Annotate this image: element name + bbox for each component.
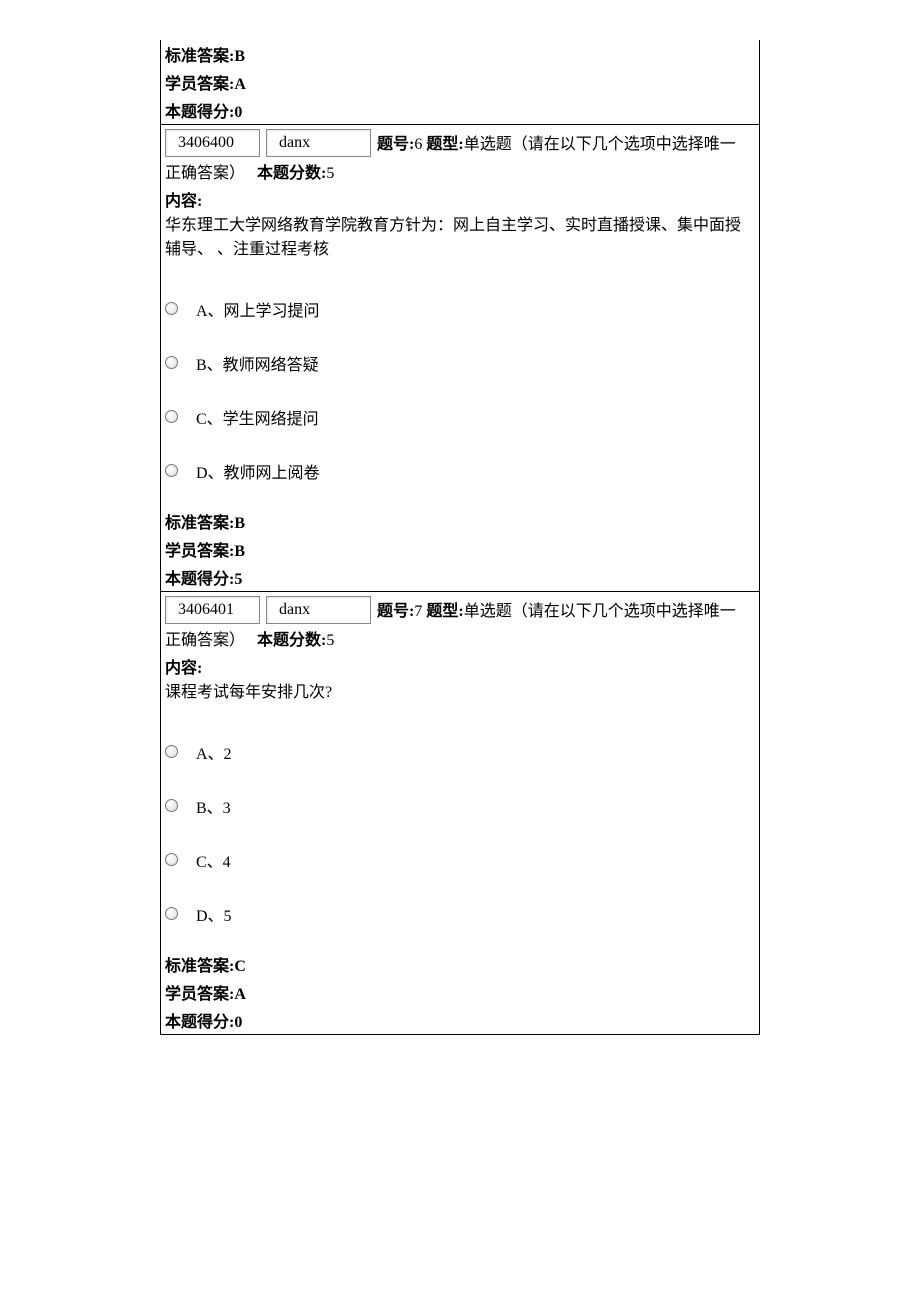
question-header: 3406400 danx 题号:6 题型:单选题（请在以下几个选项中选择唯一 [161, 125, 759, 157]
qnum-label: 题号: [377, 603, 414, 620]
content-row: 内容: 华东理工大学网络教育学院教育方针为：网上自主学习、实时直播授课、集中面授… [161, 185, 759, 261]
content-row: 内容: 课程考试每年安排几次? [161, 652, 759, 704]
student-answer-row: 学员答案:B [161, 535, 759, 563]
qtype-label: 题型: [426, 603, 463, 620]
question-type-code-field: danx [266, 129, 371, 157]
content-text: 华东理工大学网络教育学院教育方针为：网上自主学习、实时直播授课、集中面授辅导、 … [165, 211, 755, 259]
standard-answer-row: 标准答案:B [161, 507, 759, 535]
standard-answer-row: 标准答案:B [161, 40, 759, 68]
radio-icon[interactable] [165, 410, 178, 423]
radio-icon[interactable] [165, 907, 178, 920]
question-meta: 题号:6 题型:单选题（请在以下几个选项中选择唯一 [377, 130, 736, 157]
student-answer-value: A [234, 986, 246, 1003]
question-header: 3406401 danx 题号:7 题型:单选题（请在以下几个选项中选择唯一 [161, 592, 759, 624]
qnum-label: 题号: [377, 136, 414, 153]
option-c[interactable]: C、学生网络提问 [165, 389, 755, 443]
option-c[interactable]: C、4 [165, 832, 755, 886]
option-text: A、2 [196, 738, 232, 764]
student-answer-value: B [234, 543, 245, 560]
radio-icon[interactable] [165, 853, 178, 866]
standard-answer-value: B [234, 48, 245, 65]
question-meta-cont: 正确答案） 本题分数:5 [161, 624, 759, 652]
option-d[interactable]: D、5 [165, 886, 755, 940]
qtype-text: 单选题（请在以下几个选项中选择唯一 [464, 136, 736, 153]
radio-icon[interactable] [165, 464, 178, 477]
score-label: 本题得分: [165, 1014, 234, 1031]
option-text: C、学生网络提问 [196, 403, 319, 429]
radio-icon[interactable] [165, 799, 178, 812]
student-answer-row: 学员答案:A [161, 68, 759, 96]
option-text: B、3 [196, 792, 231, 818]
question-type-code-field: danx [266, 596, 371, 624]
question-block-6: 3406400 danx 题号:6 题型:单选题（请在以下几个选项中选择唯一 正… [160, 125, 760, 592]
score-row: 本题得分:5 [161, 563, 759, 591]
option-a[interactable]: A、2 [165, 724, 755, 778]
question-id-field: 3406400 [165, 129, 260, 157]
student-answer-row: 学员答案:A [161, 978, 759, 1006]
score-row: 本题得分:0 [161, 1006, 759, 1034]
radio-icon[interactable] [165, 745, 178, 758]
standard-answer-label: 标准答案: [165, 515, 234, 532]
content-label: 内容: [165, 187, 755, 211]
question-block-prev-tail: 标准答案:B 学员答案:A 本题得分:0 [160, 40, 760, 125]
points-label: 本题分数: [257, 632, 326, 649]
option-text: A、网上学习提问 [196, 295, 320, 321]
content-text: 课程考试每年安排几次? [165, 678, 755, 702]
standard-answer-row: 标准答案:C [161, 950, 759, 978]
student-answer-label: 学员答案: [165, 986, 234, 1003]
option-a[interactable]: A、网上学习提问 [165, 281, 755, 335]
qtype-label: 题型: [426, 136, 463, 153]
points-value: 5 [326, 165, 334, 182]
student-answer-value: A [234, 76, 246, 93]
option-text: B、教师网络答疑 [196, 349, 319, 375]
points-label: 本题分数: [257, 165, 326, 182]
radio-icon[interactable] [165, 302, 178, 315]
score-value: 0 [234, 1014, 242, 1031]
options-list: A、2 B、3 C、4 D、5 [161, 704, 759, 950]
score-row: 本题得分:0 [161, 96, 759, 124]
student-answer-label: 学员答案: [165, 76, 234, 93]
question-block-7: 3406401 danx 题号:7 题型:单选题（请在以下几个选项中选择唯一 正… [160, 592, 760, 1035]
standard-answer-label: 标准答案: [165, 958, 234, 975]
option-text: D、教师网上阅卷 [196, 457, 320, 483]
standard-answer-label: 标准答案: [165, 48, 234, 65]
points-value: 5 [326, 632, 334, 649]
options-list: A、网上学习提问 B、教师网络答疑 C、学生网络提问 D、教师网上阅卷 [161, 261, 759, 507]
option-b[interactable]: B、教师网络答疑 [165, 335, 755, 389]
radio-icon[interactable] [165, 356, 178, 369]
standard-answer-value: C [234, 958, 246, 975]
content-label: 内容: [165, 654, 755, 678]
qnum-value: 7 [414, 603, 422, 620]
option-d[interactable]: D、教师网上阅卷 [165, 443, 755, 497]
question-meta-cont: 正确答案） 本题分数:5 [161, 157, 759, 185]
option-b[interactable]: B、3 [165, 778, 755, 832]
student-answer-label: 学员答案: [165, 543, 234, 560]
meta-cont-text: 正确答案） [165, 165, 245, 182]
qtype-text: 单选题（请在以下几个选项中选择唯一 [464, 603, 736, 620]
qnum-value: 6 [414, 136, 422, 153]
score-value: 0 [234, 104, 242, 121]
option-text: C、4 [196, 846, 231, 872]
option-text: D、5 [196, 900, 232, 926]
question-meta: 题号:7 题型:单选题（请在以下几个选项中选择唯一 [377, 597, 736, 624]
standard-answer-value: B [234, 515, 245, 532]
score-label: 本题得分: [165, 571, 234, 588]
score-value: 5 [234, 571, 242, 588]
question-id-field: 3406401 [165, 596, 260, 624]
score-label: 本题得分: [165, 104, 234, 121]
meta-cont-text: 正确答案） [165, 632, 245, 649]
